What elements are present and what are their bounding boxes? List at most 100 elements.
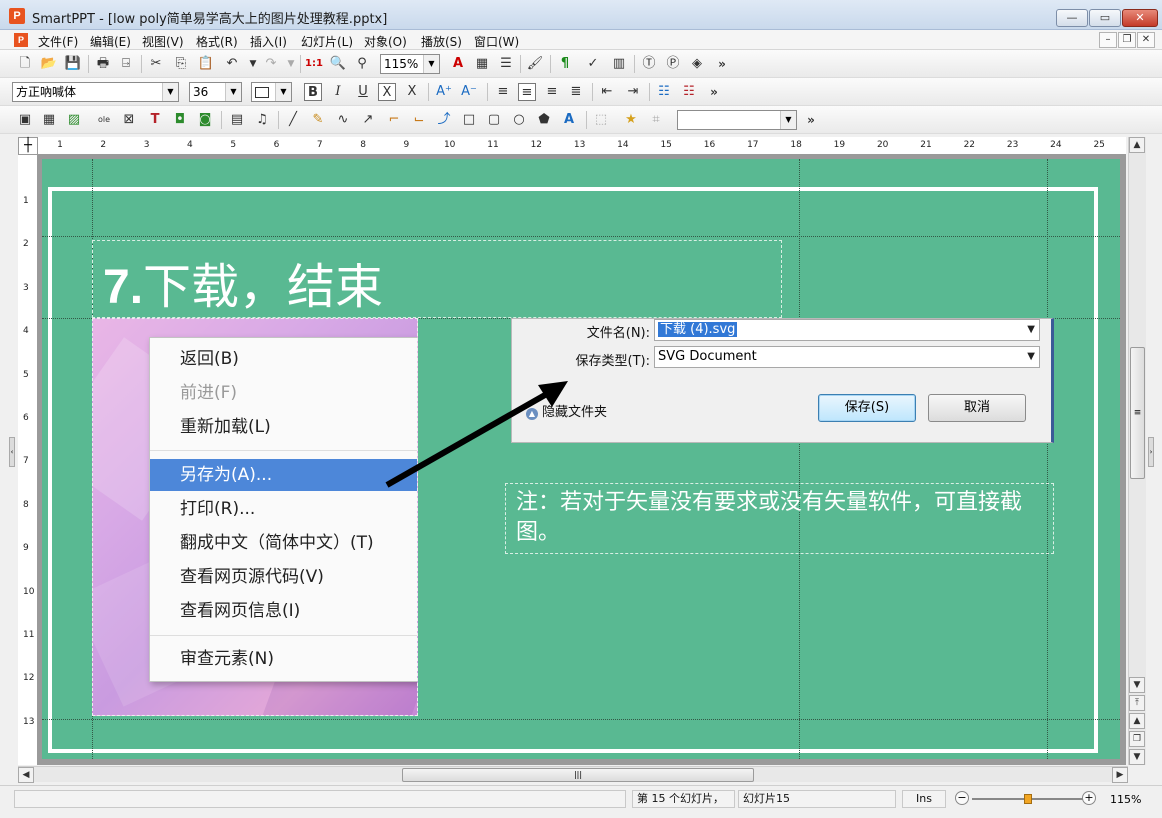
menu-slide[interactable]: 幻灯片(L) xyxy=(301,33,353,50)
menu-format[interactable]: 格式(R) xyxy=(196,33,238,50)
close-button[interactable]: ✕ xyxy=(1122,9,1158,27)
scroll-right-icon[interactable]: ▶ xyxy=(1112,767,1128,783)
rectangle-icon[interactable]: □ xyxy=(460,111,478,129)
ruler-corner[interactable]: ┼ xyxy=(18,137,38,155)
menu-window[interactable]: 窗口(W) xyxy=(474,33,519,50)
horizontal-scrollbar[interactable]: ◀ ||| ▶ xyxy=(18,766,1128,783)
toolbar-overflow-icon[interactable]: » xyxy=(713,55,731,73)
toolbar-overflow-icon[interactable]: » xyxy=(705,83,723,101)
grow-font-icon[interactable]: A⁺ xyxy=(435,83,453,101)
save-dialog-screenshot[interactable]: 文件名(N): 下载 (4).svg ▼ 保存类型(T): SVG Docume… xyxy=(511,318,1054,443)
video-icon[interactable]: ▤ xyxy=(228,111,246,129)
align-center-icon[interactable]: ≡ xyxy=(518,83,536,101)
slide[interactable]: 7.下载，结束 返回(B) 前进(F) 重新加载(L) 另存为(A)... 打印… xyxy=(42,159,1120,759)
pdf-icon[interactable]: ⍈ xyxy=(117,55,135,73)
indent-increase-icon[interactable]: ⇥ xyxy=(624,83,642,101)
first-slide-icon[interactable]: ⤒ xyxy=(1129,695,1145,711)
scroll-left-icon[interactable]: ◀ xyxy=(18,767,34,783)
save-icon[interactable]: 💾 xyxy=(64,55,82,73)
zoom-icon[interactable]: ⚲ xyxy=(353,55,371,73)
picture-frame-icon[interactable]: Ⓟ xyxy=(664,55,682,73)
cut-icon[interactable]: ✂ xyxy=(147,55,165,73)
style-select[interactable]: ▼ xyxy=(677,110,797,130)
strikethrough-icon[interactable]: X xyxy=(378,83,396,101)
curve-icon[interactable]: ∿ xyxy=(334,111,352,129)
numbered-list-icon[interactable]: ☷ xyxy=(680,83,698,101)
rounded-rectangle-icon[interactable]: ▢ xyxy=(485,111,503,129)
connector-icon[interactable]: ⌐ xyxy=(385,111,403,129)
doc-close-button[interactable]: ✕ xyxy=(1137,32,1155,48)
menu-edit[interactable]: 编辑(E) xyxy=(90,33,131,50)
undo-dropdown-icon[interactable]: ▼ xyxy=(244,55,262,73)
maximize-button[interactable]: ▭ xyxy=(1089,9,1121,27)
vertical-scrollbar[interactable]: ▲ ≡ ▼ ⤒ ▲ ❐ ▼ xyxy=(1128,137,1146,765)
chart-icon[interactable]: ▥ xyxy=(610,55,628,73)
italic-icon[interactable]: I xyxy=(329,83,347,101)
formula-icon[interactable]: ⊠ xyxy=(120,111,138,129)
indent-decrease-icon[interactable]: ⇤ xyxy=(598,83,616,101)
document-icon[interactable]: P xyxy=(14,33,28,47)
doc-restore-button[interactable]: ❐ xyxy=(1118,32,1136,48)
text-color-icon[interactable]: A xyxy=(449,55,467,73)
next-slide-icon[interactable]: ▼ xyxy=(1129,749,1145,765)
redo-icon[interactable]: ↷ xyxy=(262,55,280,73)
copy-icon[interactable]: ⎘ xyxy=(172,55,190,73)
minimize-button[interactable]: — xyxy=(1056,9,1088,27)
spellcheck-icon[interactable]: ✓ xyxy=(584,55,602,73)
font-name-select[interactable]: 方正吶喊体 ▼ xyxy=(12,82,179,102)
new-slide-icon[interactable]: ▣ xyxy=(16,111,34,129)
bullet-list-icon[interactable]: ☷ xyxy=(655,83,673,101)
align-right-icon[interactable]: ≡ xyxy=(543,83,561,101)
new-icon[interactable]: 🗋 xyxy=(16,55,34,73)
align-left-icon[interactable]: ≡ xyxy=(494,83,512,101)
arrow-line-icon[interactable]: ↗ xyxy=(359,111,377,129)
prev-slide-icon[interactable]: ▲ xyxy=(1129,713,1145,729)
note-textbox[interactable]: 注：若对于矢量没有要求或没有矢量软件，可直接截图。 xyxy=(505,483,1054,554)
ellipse-icon[interactable]: ○ xyxy=(510,111,528,129)
zoom-slider[interactable] xyxy=(972,794,1084,804)
image-icon[interactable]: ▨ xyxy=(65,111,83,129)
audio-icon[interactable]: ♫ xyxy=(253,111,271,129)
undo-icon[interactable]: ↶ xyxy=(223,55,241,73)
scroll-down-icon[interactable]: ▼ xyxy=(1129,677,1145,693)
zoom-out-icon[interactable]: − xyxy=(955,791,969,805)
layers-icon[interactable]: ◈ xyxy=(688,55,706,73)
zoom-select[interactable]: 115% ▼ xyxy=(380,54,440,74)
slide-canvas[interactable]: 7.下载，结束 返回(B) 前进(F) 重新加载(L) 另存为(A)... 打印… xyxy=(38,155,1126,765)
menu-file[interactable]: 文件(F) xyxy=(38,33,78,50)
menu-object[interactable]: 对象(O) xyxy=(364,33,407,50)
print-icon[interactable]: 🖶 xyxy=(94,55,112,73)
open-icon[interactable]: 📂 xyxy=(40,55,58,73)
toolbar-overflow-icon[interactable]: » xyxy=(802,111,820,129)
slide-view-icon[interactable]: ❐ xyxy=(1129,731,1145,747)
frame-icon[interactable]: ◘ xyxy=(171,111,189,129)
underline-icon[interactable]: U xyxy=(354,83,372,101)
shapes-icon[interactable]: ⬟ xyxy=(535,111,553,129)
paragraph-mark-icon[interactable]: ¶ xyxy=(556,55,574,73)
menu-insert[interactable]: 插入(I) xyxy=(250,33,287,50)
menu-play[interactable]: 播放(S) xyxy=(421,33,462,50)
text-frame-icon[interactable]: Ⓣ xyxy=(640,55,658,73)
picture-box-icon[interactable]: ◙ xyxy=(196,111,214,129)
pencil-icon[interactable]: ✎ xyxy=(309,111,327,129)
crop-icon[interactable]: ⌗ xyxy=(647,111,665,129)
zoom-slider-handle[interactable] xyxy=(1024,794,1032,804)
star-icon[interactable]: ★ xyxy=(622,111,640,129)
insert-table-icon[interactable]: ▦ xyxy=(473,55,491,73)
left-panel-grip[interactable]: ‹ xyxy=(9,437,15,467)
doc-minimize-button[interactable]: – xyxy=(1099,32,1117,48)
group-icon[interactable]: ⬚ xyxy=(592,111,610,129)
elbow-connector-icon[interactable]: ⌙ xyxy=(410,111,428,129)
horizontal-scroll-thumb[interactable]: ||| xyxy=(402,768,754,782)
scroll-up-icon[interactable]: ▲ xyxy=(1129,137,1145,153)
font-size-select[interactable]: 36 ▼ xyxy=(189,82,242,102)
context-menu-screenshot[interactable]: 返回(B) 前进(F) 重新加载(L) 另存为(A)... 打印(R)... 翻… xyxy=(92,318,418,716)
text-box-icon[interactable]: T xyxy=(146,111,164,129)
format-painter-icon[interactable]: 🖌 xyxy=(526,55,544,73)
zoom-in-icon[interactable]: + xyxy=(1082,791,1096,805)
right-panel-grip[interactable]: › xyxy=(1148,437,1154,467)
clear-format-icon[interactable]: X xyxy=(403,83,421,101)
table-icon[interactable]: ▦ xyxy=(40,111,58,129)
bold-icon[interactable]: B xyxy=(304,83,322,101)
redo-dropdown-icon[interactable]: ▼ xyxy=(282,55,300,73)
